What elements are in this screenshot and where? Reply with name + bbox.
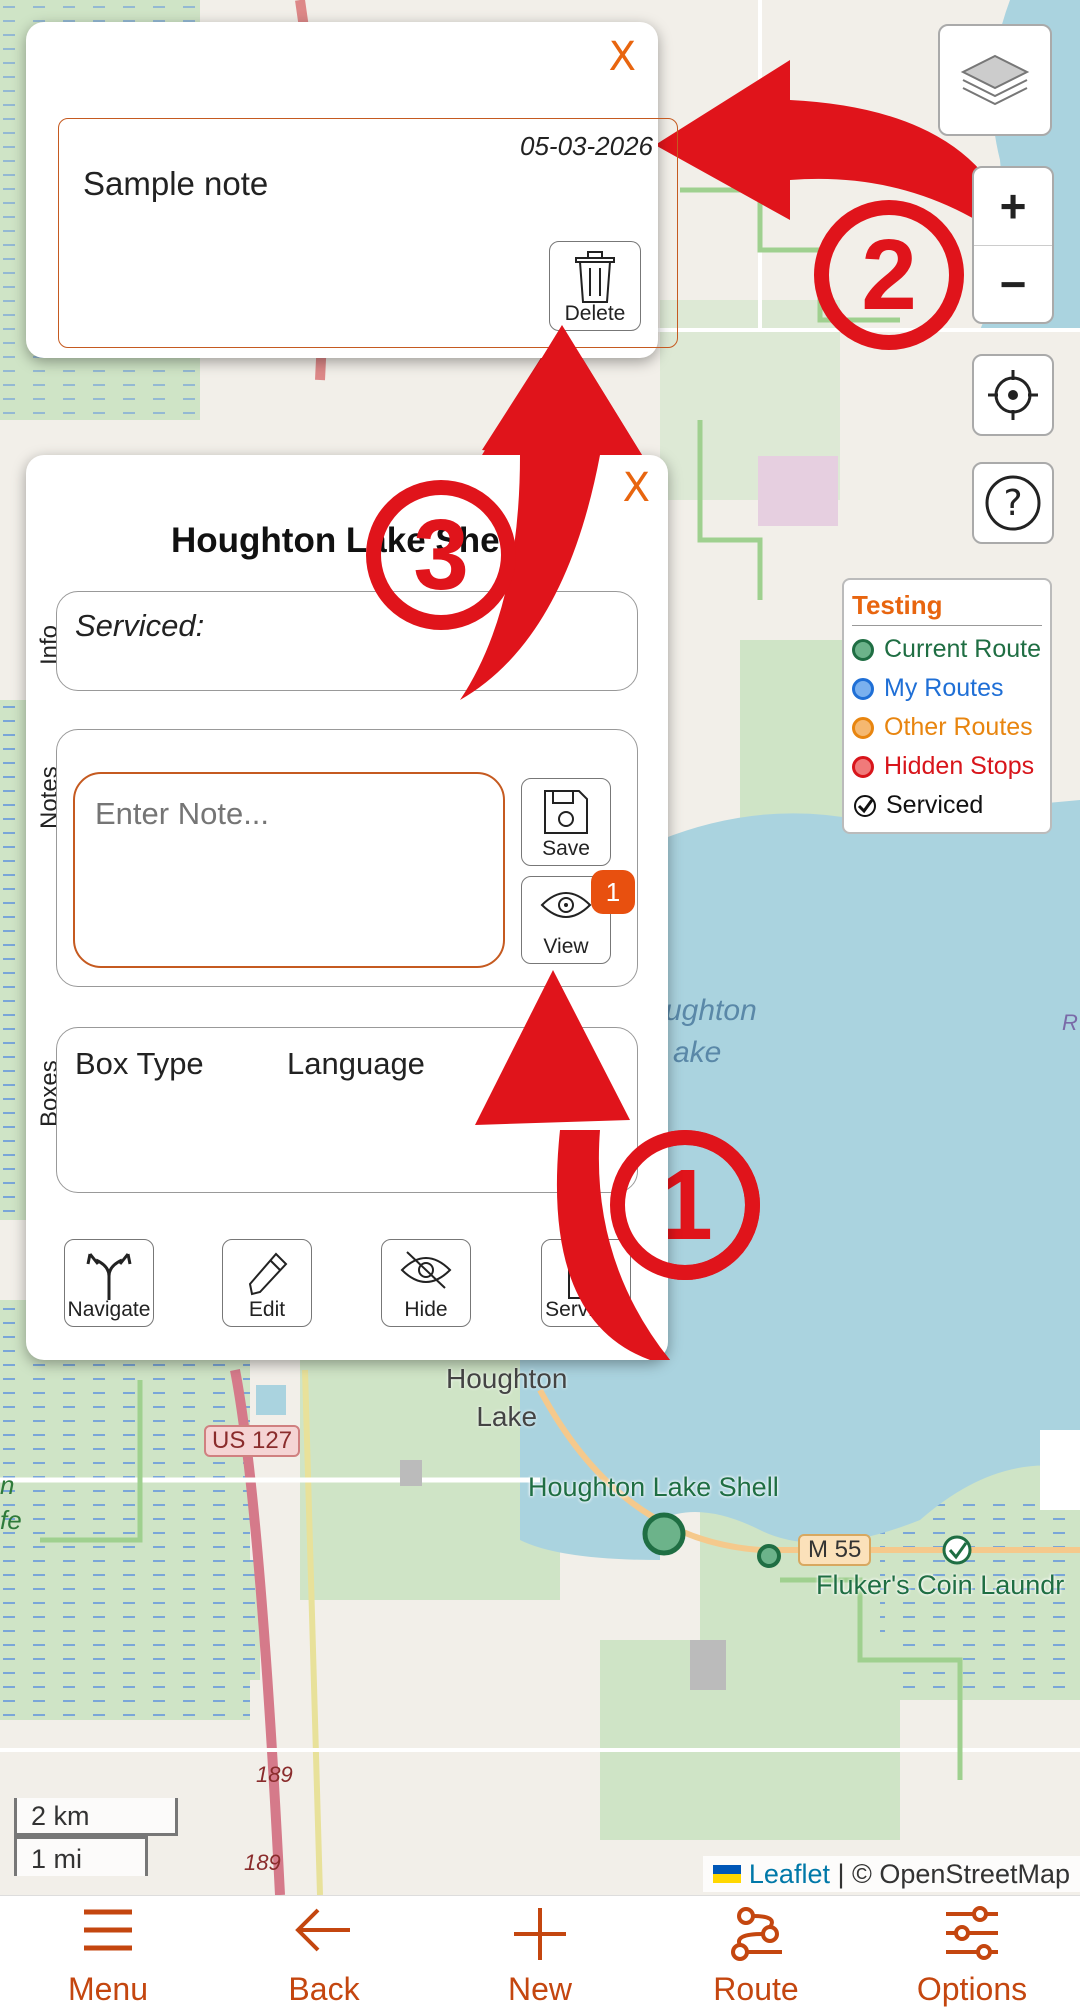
- stop-popup: X Houghton Lake She Info Serviced: Notes…: [26, 455, 668, 1360]
- delete-note-button[interactable]: Delete: [549, 241, 641, 331]
- road-label-189b: 189: [244, 1850, 281, 1875]
- notes-fieldset: Save View 1: [56, 729, 638, 987]
- annotation-circle-3: 3: [366, 480, 516, 630]
- map-attribution: Leaflet | © OpenStreetMap: [702, 1856, 1080, 1892]
- leaflet-link[interactable]: Leaflet: [749, 1859, 830, 1890]
- edit-button[interactable]: Edit: [222, 1239, 312, 1327]
- question-icon: ?: [985, 475, 1041, 531]
- note-input[interactable]: [73, 772, 505, 968]
- eye-icon: [540, 892, 592, 918]
- help-button[interactable]: ?: [972, 462, 1054, 544]
- route-legend: Testing Current Route My Routes Other Ro…: [842, 578, 1052, 834]
- note-popup-close-button[interactable]: X: [609, 34, 636, 80]
- zoom-in-button[interactable]: +: [974, 168, 1052, 246]
- save-icon: [544, 790, 588, 834]
- arrow-left-icon: [295, 1908, 350, 1952]
- legend-dot-icon: [852, 755, 874, 778]
- eye-off-icon: [400, 1251, 452, 1289]
- notes-count-badge: 1: [591, 870, 635, 914]
- navigate-button[interactable]: Navigate: [64, 1239, 154, 1327]
- annotation-circle-2: 2: [814, 200, 964, 350]
- legend-dot-icon: [852, 677, 874, 700]
- ukraine-flag-icon: [712, 1865, 741, 1883]
- legend-dot-icon: [852, 638, 874, 661]
- stop-label-flukers-coin-laundry[interactable]: Fluker's Coin Laundr: [816, 1570, 1064, 1601]
- zoom-out-button[interactable]: −: [974, 246, 1052, 323]
- hide-button[interactable]: Hide: [381, 1239, 471, 1327]
- legend-item-my-routes: My Routes: [852, 669, 1042, 708]
- road-label-m55: M 55: [798, 1534, 872, 1566]
- map-edge-label-r: R: [1062, 1010, 1078, 1035]
- scale-km: 2 km: [14, 1798, 178, 1836]
- layers-icon: [960, 54, 1030, 106]
- legend-item-current-route: Current Route: [852, 630, 1042, 669]
- serviced-label: Serviced:: [75, 608, 205, 643]
- nav-back[interactable]: Back: [216, 1896, 432, 2016]
- note-card: 05-03-2026 Sample note Delete: [58, 118, 678, 348]
- crosshair-icon: [988, 370, 1038, 420]
- language-header: Language: [287, 1046, 425, 1081]
- road-label-189a: 189: [256, 1762, 293, 1787]
- serviced-button[interactable]: Serviced: [541, 1239, 631, 1327]
- road-label-us127: US 127: [204, 1425, 301, 1457]
- layers-button[interactable]: [938, 24, 1052, 136]
- locate-button[interactable]: [972, 354, 1054, 436]
- osm-attribution: | © OpenStreetMap: [829, 1858, 1070, 1889]
- check-circle-icon: [854, 794, 876, 817]
- lake-label: ughton ake: [665, 994, 757, 1069]
- legend-title: Testing: [852, 590, 1042, 626]
- clipboard-check-icon: [568, 1257, 604, 1299]
- nav-options[interactable]: Options: [864, 1896, 1080, 2016]
- svg-text:?: ?: [1003, 483, 1022, 524]
- town-label: Houghton Lake: [446, 1363, 568, 1432]
- box-type-header: Box Type: [75, 1046, 204, 1081]
- nav-route[interactable]: Route: [648, 1896, 864, 2016]
- legend-item-other-routes: Other Routes: [852, 708, 1042, 747]
- nav-new[interactable]: New: [432, 1896, 648, 2016]
- scale-bar: 2 km 1 mi: [14, 1798, 178, 1876]
- trash-icon: [575, 251, 615, 303]
- menu-icon: [84, 1909, 132, 1951]
- scale-mi: 1 mi: [14, 1836, 148, 1876]
- legend-dot-icon: [852, 716, 874, 739]
- map-edge-label-fe: fe: [0, 1505, 22, 1535]
- annotation-circle-1-overlay: [610, 1130, 760, 1280]
- stop-label-houghton-lake-shell[interactable]: Houghton Lake Shell: [528, 1472, 779, 1503]
- route-icon: [731, 1907, 782, 1961]
- note-date: 05-03-2026: [520, 131, 653, 161]
- sliders-icon: [946, 1906, 998, 1960]
- note-popup: X 05-03-2026 Sample note Delete: [26, 22, 678, 358]
- map-edge-label-n: n: [0, 1470, 15, 1500]
- legend-item-serviced: Serviced: [852, 786, 1042, 825]
- plus-icon: [514, 1908, 566, 1960]
- directions-icon: [86, 1253, 132, 1300]
- note-text: Sample note: [83, 165, 269, 202]
- nav-menu[interactable]: Menu: [0, 1896, 216, 2016]
- boxes-fieldset: Box Type Language: [56, 1027, 638, 1193]
- legend-item-hidden-stops: Hidden Stops: [852, 747, 1042, 786]
- info-fieldset: Serviced:: [56, 591, 638, 691]
- stop-popup-close-button[interactable]: X: [623, 465, 650, 511]
- zoom-control: + −: [972, 166, 1054, 324]
- pencil-icon: [248, 1252, 288, 1296]
- bottom-nav: Menu Back New Route Options: [0, 1895, 1080, 2016]
- save-note-button[interactable]: Save: [521, 778, 611, 866]
